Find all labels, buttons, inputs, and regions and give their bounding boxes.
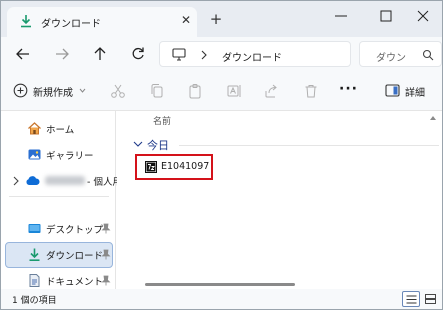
search-placeholder: ダウン [376,53,406,64]
navigation-pane: ホーム ギャラリー - 個人用 デスクトップ ダウンロード ドキュメント [1,111,122,289]
rename-icon[interactable] [225,82,243,100]
sidebar-item-downloads[interactable]: ダウンロード [5,242,113,268]
pin-icon[interactable] [101,223,111,234]
chevron-right-icon[interactable] [12,176,20,186]
tab-label: ダウンロード [41,19,101,30]
7z-archive-icon [145,161,157,173]
file-explorer-window: ダウンロード ✕ + ダウンロード ダウン 新規作成 ··· 詳細 ホーム ギャ… [0,0,443,310]
chevron-down-icon[interactable] [133,140,143,148]
chevron-down-icon [79,88,86,93]
sidebar-divider [9,196,109,197]
file-list-pane: 名前 今日 E1041097 [117,111,442,289]
plus-circle-icon [13,83,28,98]
tiles-view-icon [425,294,436,304]
tiles-view-button[interactable] [422,291,440,307]
scroll-up-icon[interactable] [429,115,437,121]
delete-icon[interactable] [302,82,320,100]
forward-arrow-icon[interactable] [51,44,73,64]
sidebar-item-gallery[interactable]: ギャラリー [5,142,113,168]
details-label: 詳細 [405,88,425,99]
list-view-icon [406,295,417,304]
maximize-icon[interactable] [366,5,406,27]
up-arrow-icon[interactable] [89,44,111,64]
sidebar-item-label: ホーム [46,125,75,136]
more-options-button[interactable]: ··· [339,82,358,96]
gallery-icon [28,149,41,160]
column-header-name[interactable]: 名前 [153,114,171,127]
pin-icon[interactable] [101,275,111,286]
sidebar-item-desktop[interactable]: デスクトップ [5,216,113,242]
address-bar[interactable]: ダウンロード [159,41,351,67]
details-view-button[interactable] [402,291,420,307]
home-icon [28,122,41,135]
file-item[interactable]: E1041097 [135,154,213,180]
minimize-icon[interactable] [321,5,361,27]
search-box[interactable]: ダウン [359,41,442,67]
horizontal-scrollbar[interactable] [145,283,295,286]
sidebar-item-label: ギャラリー [46,151,94,162]
search-icon [422,49,434,61]
file-name: E1041097 [161,161,210,172]
new-item-label: 新規作成 [33,88,73,99]
download-icon [29,248,40,261]
sidebar-item-label: デスクトップ [46,225,104,236]
item-count: 1 個の項目 [12,296,57,306]
copy-icon[interactable] [148,82,166,100]
command-bar: 新規作成 ··· 詳細 [1,71,442,111]
refresh-icon[interactable] [127,44,149,64]
new-tab-button[interactable]: + [209,12,223,27]
documents-icon [29,274,40,287]
sidebar-item-label: ドキュメント [46,277,104,288]
pc-icon [172,48,186,61]
back-arrow-icon[interactable] [12,44,34,64]
chevron-right-icon [201,50,207,60]
download-icon [21,15,31,28]
pin-icon[interactable] [101,249,111,260]
title-bar: ダウンロード ✕ + [1,1,442,37]
desktop-icon [28,224,41,233]
cloud-icon [26,176,40,185]
close-window-icon[interactable] [403,5,443,27]
tab-downloads[interactable]: ダウンロード ✕ [7,7,197,37]
account-name-redacted [45,176,85,185]
status-bar: 1 個の項目 [1,289,442,309]
navigation-bar: ダウンロード ダウン [1,37,442,71]
paste-icon[interactable] [186,82,204,100]
cut-icon[interactable] [109,82,127,100]
details-pane-icon [385,84,400,97]
close-tab-icon[interactable]: ✕ [179,13,193,27]
group-header-today[interactable]: 今日 [147,137,169,153]
address-current-location: ダウンロード [222,53,282,64]
group-divider [179,145,439,146]
sidebar-item-label: ダウンロード [46,251,104,262]
sidebar-item-home[interactable]: ホーム [5,116,113,142]
sidebar-item-onedrive[interactable]: - 個人用 [5,168,122,194]
share-icon[interactable] [263,82,281,100]
